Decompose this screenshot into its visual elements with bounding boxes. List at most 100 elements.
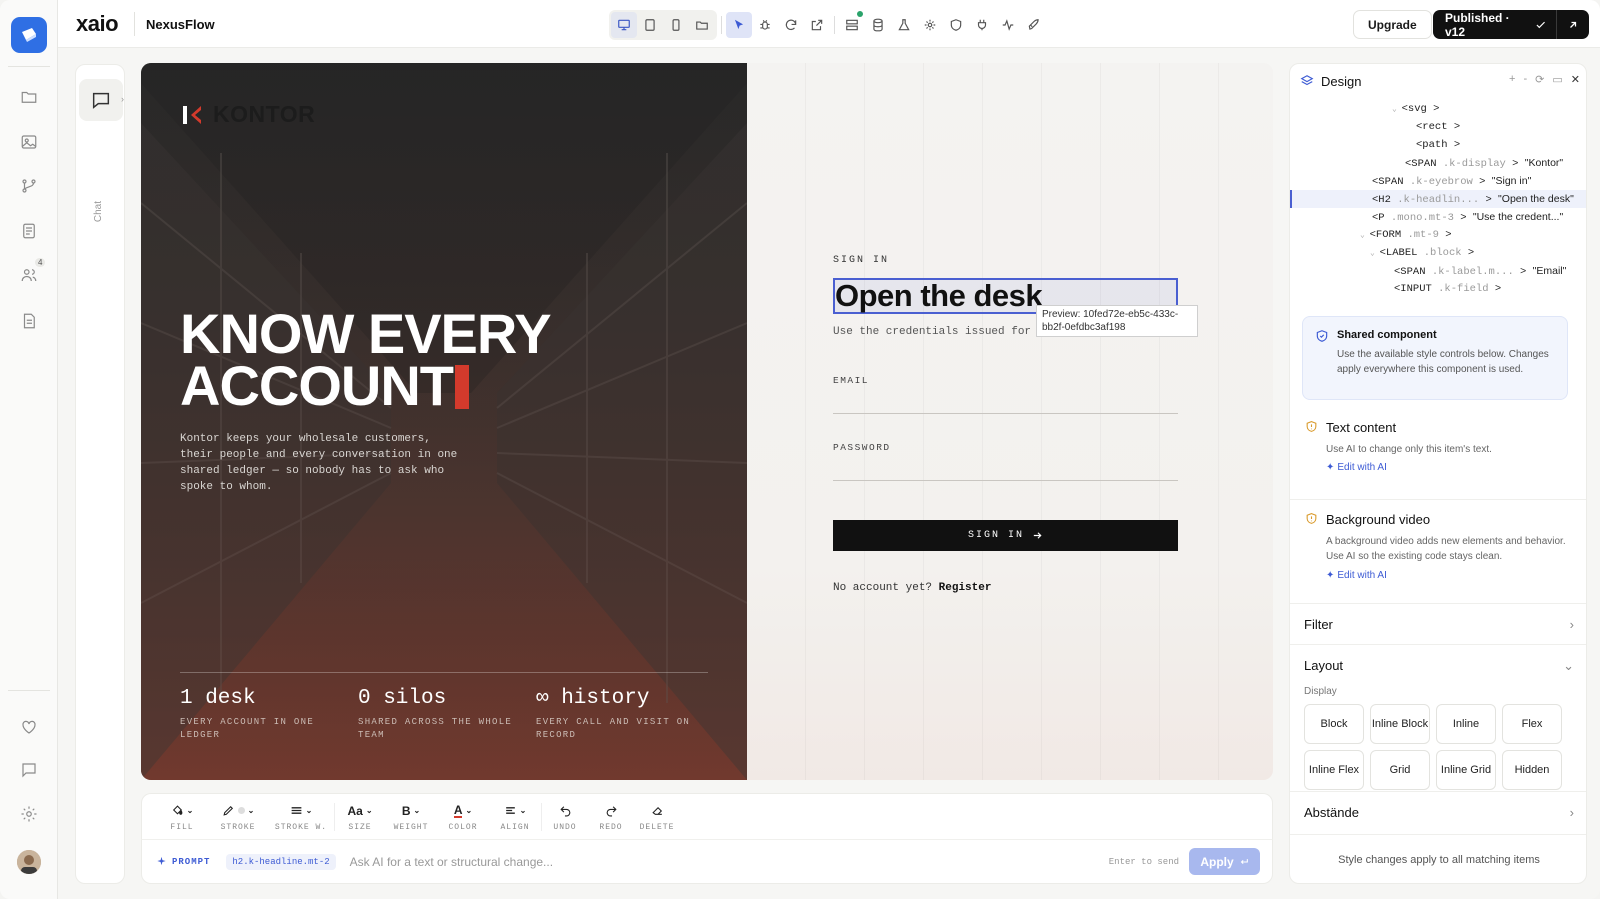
activity-icon[interactable]: [995, 12, 1021, 38]
redo-button[interactable]: REDO: [588, 794, 634, 840]
undo-button[interactable]: UNDO: [542, 794, 588, 840]
fill-label: FILL: [170, 822, 194, 832]
bug-icon[interactable]: [752, 12, 778, 38]
folder-icon[interactable]: [18, 86, 40, 108]
caret-down-icon: ⌄: [1392, 105, 1402, 114]
sparkle-icon: ✦: [1326, 570, 1335, 581]
rocket-icon[interactable]: [1021, 12, 1047, 38]
display-grid-button[interactable]: Grid: [1370, 750, 1430, 790]
desktop-view-icon[interactable]: [611, 12, 637, 38]
brand-logo[interactable]: xaio: [76, 11, 119, 37]
redo-icon: [606, 806, 617, 817]
chevron-right-icon: ›: [1569, 804, 1574, 820]
size-tool[interactable]: Aa ⌄ SIZE: [335, 794, 385, 840]
edit-with-ai-link[interactable]: ✦ Edit with AI: [1326, 570, 1387, 581]
tree-node[interactable]: <INPUT .k-field >: [1290, 280, 1586, 298]
spacing-section-toggle[interactable]: Abstände ›: [1290, 791, 1586, 832]
editor-toolbar: [609, 10, 1047, 40]
filter-section-toggle[interactable]: Filter ›: [1290, 604, 1586, 645]
tree-node[interactable]: <rect >: [1290, 118, 1586, 136]
display-flex-button[interactable]: Flex: [1502, 704, 1562, 744]
chat-toggle-button[interactable]: ›: [79, 79, 124, 121]
settings-icon[interactable]: [18, 803, 40, 825]
tree-node[interactable]: <SPAN .k-display > "Kontor": [1290, 154, 1586, 172]
preview-tooltip: Preview: 10fed72e-eb5c-433c-bb2f-0efdbc3…: [1036, 305, 1198, 337]
tablet-view-icon[interactable]: [637, 12, 663, 38]
flask-icon[interactable]: [891, 12, 917, 38]
color-tool[interactable]: A ⌄ COLOR: [437, 794, 489, 840]
database-icon[interactable]: [18, 220, 40, 242]
color-label: COLOR: [448, 822, 478, 832]
fill-tool[interactable]: ⌄ FILL: [156, 794, 208, 840]
select-cursor-icon[interactable]: [726, 12, 752, 38]
mobile-view-icon[interactable]: [663, 12, 689, 38]
open-live-icon[interactable]: [1556, 10, 1589, 39]
display-inline-flex-button[interactable]: Inline Flex: [1304, 750, 1364, 790]
minus-icon[interactable]: -: [1523, 73, 1527, 86]
stats-divider: [180, 672, 708, 673]
text-color-icon: A: [453, 802, 463, 818]
trash-icon[interactable]: ▭: [1552, 73, 1562, 86]
message-icon[interactable]: [18, 759, 40, 781]
layout-section-toggle[interactable]: Layout ⌄: [1290, 645, 1586, 686]
display-inline-block-button[interactable]: Inline Block: [1370, 704, 1430, 744]
users-icon[interactable]: [18, 264, 40, 286]
display-block-button[interactable]: Block: [1304, 704, 1364, 744]
tree-node[interactable]: <SPAN .k-label.m... > "Email": [1290, 262, 1586, 280]
upgrade-button[interactable]: Upgrade: [1353, 10, 1432, 39]
tree-node[interactable]: ⌄ <FORM .mt-9 >: [1290, 226, 1586, 244]
branch-icon[interactable]: [18, 175, 40, 197]
folder-open-icon[interactable]: [689, 12, 715, 38]
layout-icon[interactable]: [839, 11, 865, 38]
layers-icon: [1300, 75, 1314, 86]
heart-icon[interactable]: [18, 716, 40, 738]
tree-node[interactable]: <P .mono.mt-3 > "Use the credent...": [1290, 208, 1586, 226]
align-tool[interactable]: ⌄ ALIGN: [489, 794, 541, 840]
refresh-icon[interactable]: [778, 12, 804, 38]
plug-icon[interactable]: [969, 12, 995, 38]
text-content-title: Text content: [1326, 420, 1397, 435]
font-size-icon: Aa: [347, 803, 363, 818]
delete-button[interactable]: DELETE: [634, 794, 680, 840]
redo-label: REDO: [599, 822, 623, 832]
publish-status[interactable]: Published · v12: [1433, 10, 1556, 39]
gear-icon[interactable]: [917, 12, 943, 38]
signin-button[interactable]: SIGN IN: [833, 520, 1178, 551]
hero-panel[interactable]: KONTOR KNOW EVERY ACCOUNT Kontor keeps yo…: [141, 63, 747, 780]
display-inline-button[interactable]: Inline: [1436, 704, 1496, 744]
document-icon[interactable]: [18, 310, 40, 332]
selector-chip[interactable]: h2.k-headline.mt-2: [226, 853, 336, 870]
project-name[interactable]: NexusFlow: [146, 17, 215, 32]
signin-eyebrow[interactable]: SIGN IN: [833, 255, 889, 266]
chevron-down-icon: ⌄: [413, 806, 421, 815]
close-icon[interactable]: ✕: [1571, 73, 1580, 86]
register-link[interactable]: Register: [939, 582, 992, 594]
edit-with-ai-link[interactable]: ✦ Edit with AI: [1326, 462, 1387, 473]
publish-button[interactable]: Published · v12: [1433, 10, 1589, 39]
tree-node-selected[interactable]: <H2 .k-headlin... > "Open the desk": [1290, 190, 1586, 208]
weight-tool[interactable]: B ⌄ WEIGHT: [385, 794, 437, 840]
shield-icon[interactable]: [943, 12, 969, 38]
database-icon[interactable]: [865, 12, 891, 38]
preview-canvas[interactable]: KONTOR KNOW EVERY ACCOUNT Kontor keeps yo…: [141, 63, 1273, 780]
password-field[interactable]: [833, 459, 1178, 481]
stroke-tool[interactable]: ⌄ STROKE: [208, 794, 268, 840]
tree-node[interactable]: <SPAN .k-eyebrow > "Sign in": [1290, 172, 1586, 190]
image-icon[interactable]: [18, 131, 40, 153]
app-logo-icon[interactable]: [11, 17, 47, 53]
tree-node[interactable]: <path >: [1290, 136, 1586, 154]
stroke-width-tool[interactable]: ⌄ STROKE W.: [268, 794, 334, 840]
external-link-icon[interactable]: [804, 12, 830, 38]
prompt-input[interactable]: Ask AI for a text or structural change..…: [350, 855, 1109, 869]
user-avatar[interactable]: [17, 850, 41, 874]
display-inline-grid-button[interactable]: Inline Grid: [1436, 750, 1496, 790]
refresh-icon[interactable]: ⟳: [1535, 73, 1544, 86]
tree-node[interactable]: ⌄ <svg >: [1290, 100, 1586, 118]
email-field[interactable]: [833, 392, 1178, 414]
display-hidden-button[interactable]: Hidden: [1502, 750, 1562, 790]
stroke-label: STROKE: [220, 822, 256, 832]
stat-number: ∞ history: [536, 687, 650, 710]
tree-node[interactable]: ⌄ <LABEL .block >: [1290, 244, 1586, 262]
plus-icon[interactable]: +: [1509, 73, 1515, 86]
apply-button[interactable]: Apply: [1189, 848, 1260, 875]
